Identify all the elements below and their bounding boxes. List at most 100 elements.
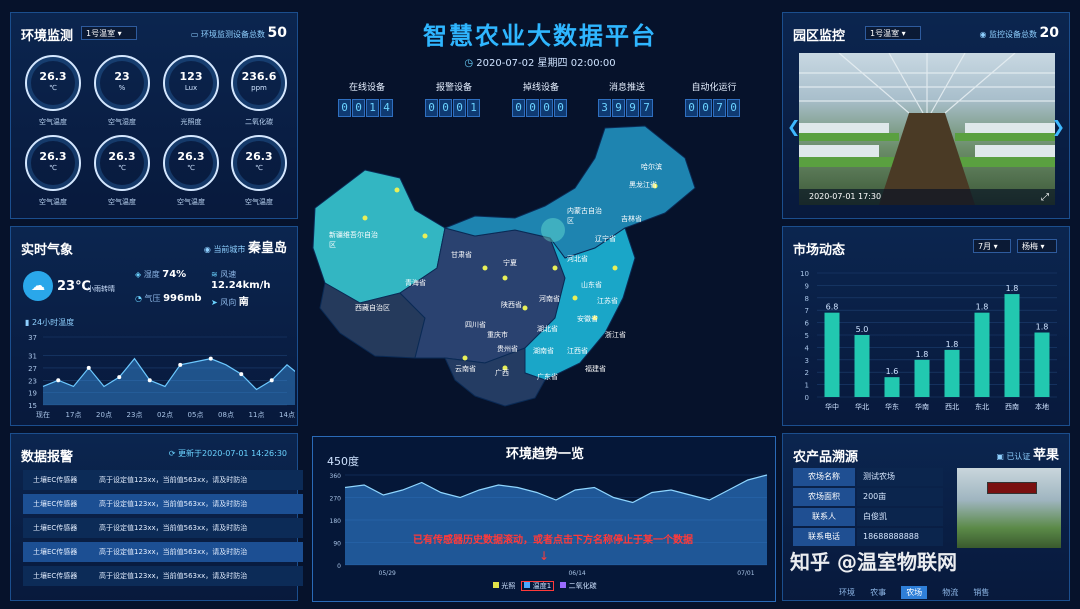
env-total-value: 50 — [267, 25, 287, 41]
alarm-device: 土壤EC传感器 — [33, 548, 78, 556]
cloud-rain-icon: ☁ — [23, 271, 53, 301]
trace-key: 联系电话 — [793, 528, 855, 546]
map-label: 江西省 — [567, 347, 588, 355]
y-tick-label: 23 — [28, 377, 37, 385]
map-point[interactable] — [482, 265, 488, 271]
y-tick-label: 19 — [28, 390, 37, 398]
alarm-device: 土壤EC传感器 — [33, 572, 78, 580]
gauge: 23% — [94, 55, 150, 111]
monitor-select[interactable]: 1号温室 ▾ — [865, 26, 921, 40]
refresh-icon[interactable]: ⟳ — [169, 449, 176, 458]
monitor-title: 园区监控 — [793, 29, 846, 44]
y-tick-label: 270 — [330, 496, 342, 503]
weather-wind-speed: ≋ 风速 12.24km/h — [211, 269, 297, 291]
stat-label: 在线设备 — [348, 83, 385, 93]
env-select-value: 1号温室 — [86, 29, 116, 38]
x-tick-label: 华中 — [825, 402, 839, 411]
compass-icon: ➤ — [211, 298, 218, 307]
greenhouse-image — [799, 53, 1055, 205]
stat-digit: 0 — [540, 99, 553, 117]
pressure-value: 996mb — [163, 293, 202, 304]
fullscreen-icon[interactable]: ⤢ — [1041, 192, 1049, 203]
legend-light[interactable]: 光照 — [501, 582, 515, 590]
trend-area-chart: 0 90 180 270 360 05/29 06/14 07/01 — [330, 473, 768, 577]
camera-feed[interactable]: 2020-07-01 17:30 ⤢ — [799, 53, 1055, 205]
tab-env[interactable]: 环境 — [839, 587, 855, 598]
bar-value-label: 1.8 — [946, 340, 959, 349]
map-label: 陕西省 — [501, 301, 522, 309]
map-label: 浙江省 — [605, 331, 626, 339]
temp-point — [208, 356, 213, 361]
stat-digit: 0 — [685, 99, 698, 117]
y-tick-label: 31 — [28, 353, 37, 361]
china-map[interactable]: 新疆维吾尔自治区 西藏自治区 青海省 甘肃省 内蒙古自治区 黑龙江省 吉林省 辽… — [305, 118, 775, 436]
temp-point — [269, 378, 274, 383]
y-tick-label: 0 — [805, 394, 809, 402]
trend-legend: 光照 温度1 二氧化碳 — [493, 581, 597, 591]
legend-co2[interactable]: 二氧化碳 — [569, 582, 597, 590]
y-tick-label: 4 — [805, 344, 810, 352]
env-select[interactable]: 1号温室 ▾ — [81, 26, 137, 40]
month-select[interactable]: 7月 ▾ — [973, 239, 1011, 253]
humidity-value: 74% — [162, 269, 187, 280]
clock-icon: ◷ — [464, 58, 474, 69]
y-tick-label: 27 — [28, 365, 37, 373]
alarm-updated: ⟳ 更新于2020-07-01 14:26:30 — [169, 448, 287, 459]
x-tick-label: 华南 — [915, 402, 929, 411]
datetime: ◷ 2020-07-02 星期四 02:00:00 — [460, 54, 620, 69]
stat-digit: 0 — [512, 99, 525, 117]
map-point[interactable] — [422, 233, 428, 239]
tab-logistics[interactable]: 物流 — [942, 587, 958, 598]
market-panel: 市场动态 7月 ▾ 杨梅 ▾ 0 1 2 3 4 5 6 7 8 9 10 6.8 华中 5.0 华北 1.6… — [782, 226, 1070, 426]
wind-icon: ≋ — [211, 270, 218, 279]
x-tick-label: 17点 — [66, 411, 82, 419]
wind-dir-label: 风向 — [220, 298, 237, 307]
map-point[interactable] — [502, 275, 508, 281]
map-point[interactable] — [462, 355, 468, 361]
tab-sales[interactable]: 销售 — [973, 587, 989, 598]
map-point[interactable] — [572, 295, 578, 301]
map-point[interactable] — [612, 265, 618, 271]
tab-farm[interactable]: 农场 — [901, 586, 928, 599]
bar-chart-icon: ▮ — [25, 318, 30, 327]
tab-farming[interactable]: 农事 — [870, 587, 886, 598]
bar-value-label: 1.8 — [1006, 284, 1019, 293]
trace-tabs: 环境 农事 农场 物流 销售 — [839, 580, 999, 599]
chevron-down-icon: ▾ — [901, 29, 906, 38]
stat-digit: 7 — [713, 99, 726, 117]
map-point[interactable] — [552, 265, 558, 271]
map-label: 湖北省 — [537, 325, 558, 333]
pressure-label: 气压 — [144, 294, 161, 303]
location-pin-icon: ◉ — [203, 245, 211, 254]
alarm-message: 高于设定值123xx，当前值563xx，请及时防治 — [99, 476, 248, 484]
y-tick-label: 3 — [805, 357, 809, 365]
market-bar — [854, 335, 870, 397]
alarm-message: 高于设定值123xx，当前值563xx，请及时防治 — [99, 524, 248, 532]
alarm-row[interactable]: 土壤EC传感器 高于设定值123xx，当前值563xx，请及时防治 — [23, 494, 303, 514]
chevron-right-icon[interactable]: ❯ — [1052, 117, 1065, 136]
map-point[interactable] — [362, 215, 368, 221]
alarm-row[interactable]: 土壤EC传感器 高于设定值123xx，当前值563xx，请及时防治 — [23, 518, 303, 538]
weather-pressure: ◔ 气压 996mb — [135, 293, 202, 304]
chevron-left-icon[interactable]: ❮ — [787, 117, 800, 136]
temp-point — [239, 372, 244, 377]
stat-automation: 自动化运行 0070 — [685, 80, 743, 117]
map-label: 青海省 — [405, 279, 426, 287]
map-label: 广西 — [495, 369, 509, 377]
stat-online: 在线设备 0014 — [338, 80, 396, 117]
map-label: 宁夏 — [503, 259, 517, 267]
alarm-row[interactable]: 土壤EC传感器 高于设定值123xx，当前值563xx，请及时防治 — [23, 470, 303, 490]
legend-active[interactable]: 温度1 — [521, 581, 555, 591]
trace-value: 200亩 — [857, 488, 943, 506]
weather-temp: 23℃ — [57, 279, 91, 294]
product-select[interactable]: 杨梅 ▾ — [1017, 239, 1057, 253]
map-point[interactable] — [522, 305, 528, 311]
hourly-label: 24小时温度 — [31, 318, 75, 327]
alarm-row[interactable]: 土壤EC传感器 高于设定值123xx，当前值563xx，请及时防治 — [23, 566, 303, 586]
map-label: 黑龙江省 — [629, 181, 657, 189]
datetime-text: 2020-07-02 星期四 02:00:00 — [476, 58, 616, 69]
map-point[interactable] — [394, 187, 400, 193]
watermark: 知乎 @温室物联网 — [790, 550, 957, 574]
alarm-row[interactable]: 土壤EC传感器 高于设定值123xx，当前值563xx，请及时防治 — [23, 542, 303, 562]
x-tick-label: 西南 — [1005, 402, 1019, 411]
